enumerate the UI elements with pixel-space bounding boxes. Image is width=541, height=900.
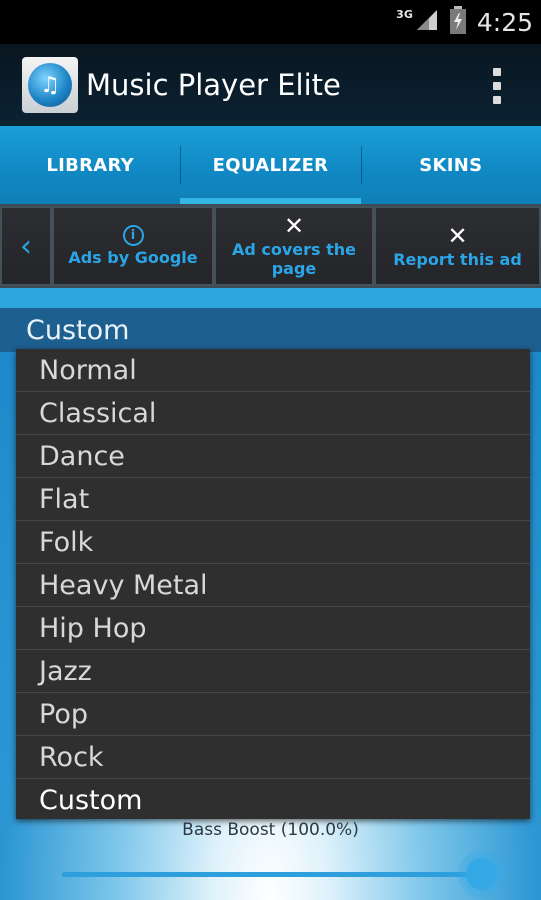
preset-option-rock[interactable]: Rock [16, 736, 530, 779]
close-icon: ✕ [447, 221, 468, 250]
app-title: Music Player Elite [86, 68, 341, 102]
chevron-left-icon: ‹ [20, 228, 32, 264]
ad-back-button[interactable]: ‹ [0, 206, 52, 286]
ad-covers-page-label: Ad covers the page [231, 240, 357, 278]
preset-option-flat[interactable]: Flat [16, 478, 530, 521]
ad-covers-page-button[interactable]: ✕ Ad covers the page [214, 206, 374, 286]
bass-boost-label: Bass Boost (100.0%) [182, 820, 359, 840]
bass-boost-slider-thumb[interactable] [458, 850, 506, 898]
report-ad-label: Report this ad [393, 249, 522, 269]
preset-option-folk[interactable]: Folk [16, 521, 530, 564]
preset-option-hip-hop[interactable]: Hip Hop [16, 607, 530, 650]
ads-by-google-label: Ads by Google [68, 248, 198, 267]
preset-option-normal[interactable]: Normal [16, 349, 530, 392]
battery-icon [449, 6, 467, 38]
close-icon: ✕ [283, 212, 305, 240]
report-ad-button[interactable]: ✕ Report this ad [374, 206, 541, 286]
network-type-label: 3G [396, 8, 413, 21]
preset-option-dance[interactable]: Dance [16, 435, 530, 478]
ad-bar: ‹ i Ads by Google ✕ Ad covers the page ✕… [0, 204, 541, 288]
preset-option-pop[interactable]: Pop [16, 693, 530, 736]
tab-library[interactable]: LIBRARY [0, 126, 180, 204]
preset-option-jazz[interactable]: Jazz [16, 650, 530, 693]
clock: 4:25 [476, 7, 533, 37]
preset-dropdown-list: Normal Classical Dance Flat Folk Heavy M… [16, 349, 530, 819]
signal-icon [415, 8, 439, 36]
status-bar: 3G 4:25 [0, 0, 541, 44]
app-logo-icon[interactable]: ♫ [22, 57, 78, 113]
ads-by-google-button[interactable]: i Ads by Google [52, 206, 214, 286]
preset-option-custom[interactable]: Custom [16, 779, 530, 822]
action-bar: ♫ Music Player Elite [0, 44, 541, 126]
music-note-icon: ♫ [28, 63, 72, 107]
preset-option-heavy-metal[interactable]: Heavy Metal [16, 564, 530, 607]
overflow-menu-icon[interactable] [493, 68, 501, 104]
tab-bar: LIBRARY EQUALIZER SKINS [0, 126, 541, 204]
bass-boost-slider-track[interactable] [62, 872, 482, 877]
tab-skins[interactable]: SKINS [360, 126, 541, 204]
preset-spinner[interactable]: Custom [0, 308, 541, 352]
info-icon: i [122, 225, 144, 246]
divider [0, 288, 541, 308]
tab-equalizer[interactable]: EQUALIZER [180, 126, 361, 204]
preset-option-classical[interactable]: Classical [16, 392, 530, 435]
